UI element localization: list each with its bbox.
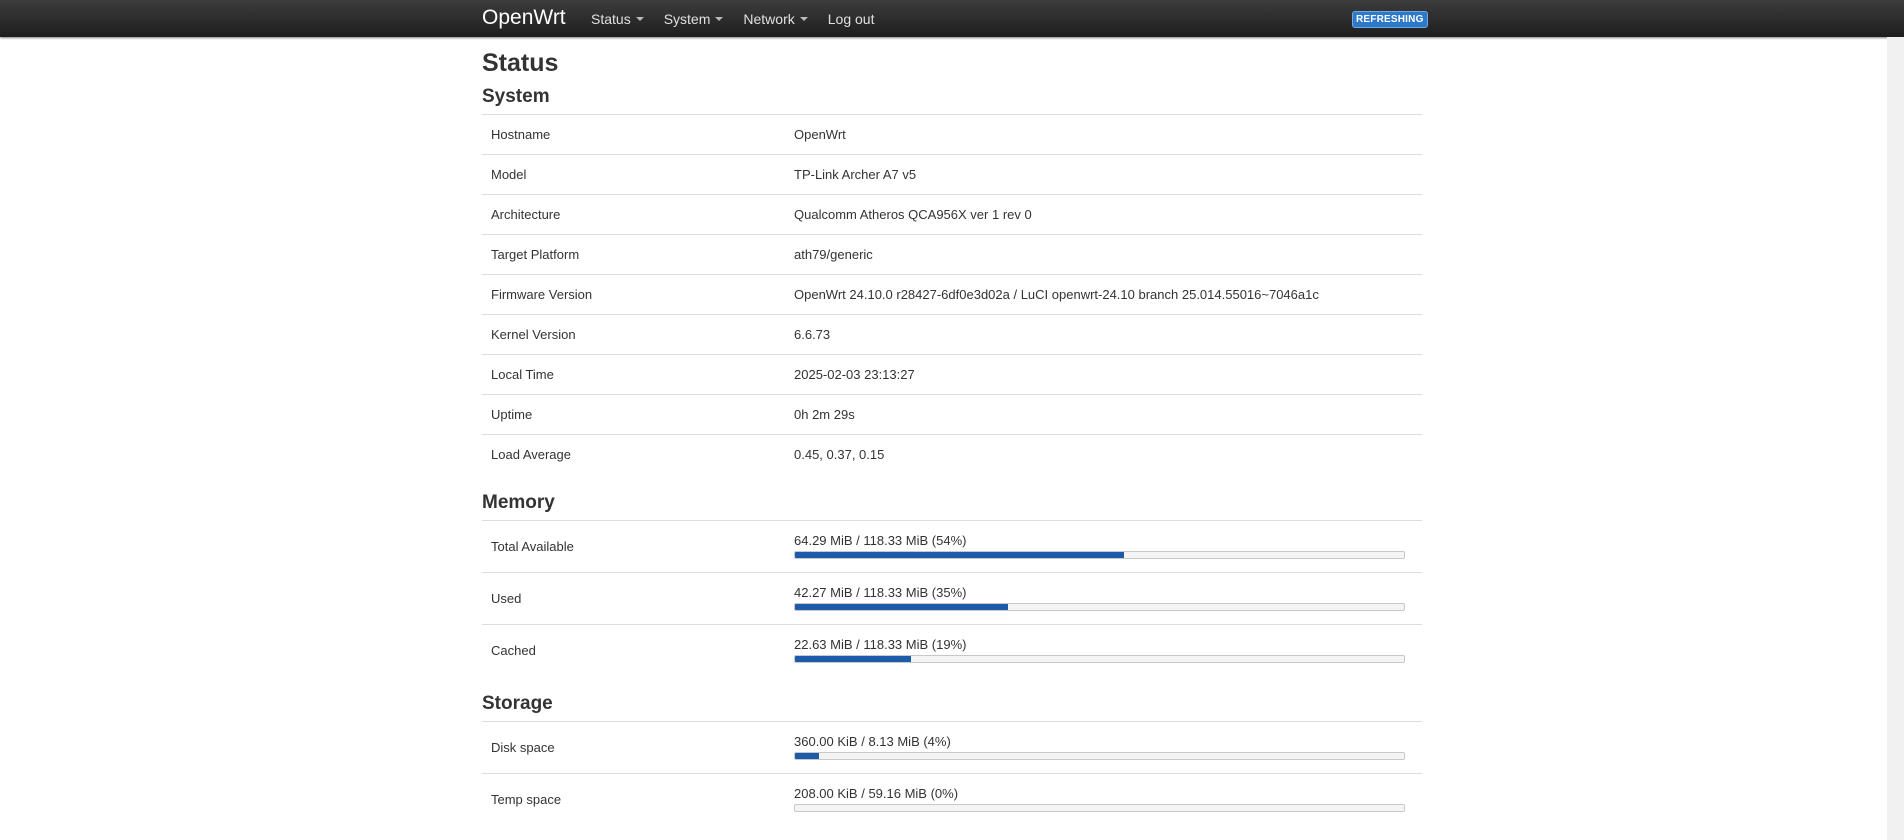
row-value: TP-Link Archer A7 v5 (793, 154, 1422, 195)
row-label: Used (482, 572, 793, 625)
menu-system[interactable]: System (664, 11, 724, 27)
menu-logout[interactable]: Log out (828, 11, 875, 27)
section-title-storage: Storage (482, 693, 553, 714)
caret-down-icon (635, 17, 644, 21)
menu-system-label: System (663, 10, 711, 27)
table-row: Kernel Version 6.6.73 (482, 314, 1422, 355)
row-label: Model (482, 154, 793, 195)
table-row: Load Average 0.45, 0.37, 0.15 (482, 434, 1422, 474)
storage-table: Disk space 360.00 KiB / 8.13 MiB (4%) Temp… (482, 721, 1422, 825)
table-row: Local Time 2025-02-03 23:13:27 (482, 354, 1422, 395)
row-value: 0h 2m 29s (793, 394, 1422, 435)
memory-table: Total Available 64.29 MiB / 118.33 MiB (5… (482, 520, 1422, 676)
row-label: Hostname (482, 114, 793, 155)
table-row: Firmware Version OpenWrt 24.10.0 r28427-6… (482, 274, 1422, 315)
progress-fill (795, 753, 820, 759)
progress-bar (794, 603, 1405, 611)
progress-bar (794, 804, 1405, 812)
main-menu: Status System Network Log out (591, 0, 894, 37)
refreshing-badge[interactable]: REFRESHING (1352, 11, 1428, 28)
menu-status-label: Status (591, 10, 631, 27)
table-row: Used 42.27 MiB / 118.33 MiB (35%) (482, 572, 1422, 625)
row-label: Local Time (482, 354, 793, 395)
caret-down-icon (715, 17, 724, 21)
row-label: Load Average (482, 434, 793, 474)
menu-logout-label: Log out (827, 10, 875, 27)
table-row: Target Platform ath79/generic (482, 234, 1422, 275)
progress-cell: 360.00 KiB / 8.13 MiB (4%) (793, 721, 1422, 774)
row-label: Firmware Version (482, 274, 793, 315)
section-title-memory: Memory (482, 492, 555, 513)
progress-cell: 42.27 MiB / 118.33 MiB (35%) (793, 572, 1422, 625)
table-row: Total Available 64.29 MiB / 118.33 MiB (5… (482, 520, 1422, 573)
page-scrollbar[interactable] (1887, 37, 1904, 840)
row-value: 6.6.73 (793, 314, 1422, 355)
row-label: Temp space (482, 773, 793, 825)
progress-text: 42.27 MiB / 118.33 MiB (35%) (794, 585, 967, 600)
table-row: Cached 22.63 MiB / 118.33 MiB (19%) (482, 624, 1422, 676)
row-label: Architecture (482, 194, 793, 235)
section-title-system: System (482, 86, 550, 107)
row-label: Uptime (482, 394, 793, 435)
row-value: OpenWrt 24.10.0 r28427-6df0e3d02a / LuCI… (793, 274, 1422, 315)
page-title: Status (482, 49, 559, 77)
progress-text: 22.63 MiB / 118.33 MiB (19%) (794, 637, 967, 652)
progress-fill (795, 656, 911, 662)
table-row: Temp space 208.00 KiB / 59.16 MiB (0%) (482, 773, 1422, 825)
row-label: Kernel Version (482, 314, 793, 355)
progress-fill (795, 552, 1124, 558)
table-row: Model TP-Link Archer A7 v5 (482, 154, 1422, 195)
row-value: 2025-02-03 23:13:27 (793, 354, 1422, 395)
row-value: OpenWrt (793, 114, 1422, 155)
progress-bar (794, 752, 1405, 760)
progress-text: 360.00 KiB / 8.13 MiB (4%) (794, 734, 951, 749)
menu-status[interactable]: Status (591, 11, 644, 27)
menu-network-label: Network (743, 10, 795, 27)
row-label: Target Platform (482, 234, 793, 275)
progress-fill (795, 604, 1009, 610)
progress-bar (794, 655, 1405, 663)
progress-text: 64.29 MiB / 118.33 MiB (54%) (794, 533, 967, 548)
progress-bar (794, 551, 1405, 559)
main-content: Status System Hostname OpenWrt Model TP-Lin… (482, 37, 1422, 825)
table-row: Uptime 0h 2m 29s (482, 394, 1422, 435)
caret-down-icon (799, 17, 808, 21)
menu-network[interactable]: Network (743, 10, 808, 27)
progress-text: 208.00 KiB / 59.16 MiB (0%) (794, 786, 959, 801)
system-table: Hostname OpenWrt Model TP-Link Archer A7 v5… (482, 114, 1422, 474)
row-value: Qualcomm Atheros QCA956X ver 1 rev 0 (793, 194, 1422, 235)
row-label: Cached (482, 624, 793, 676)
row-value: ath79/generic (793, 234, 1422, 275)
table-row: Disk space 360.00 KiB / 8.13 MiB (4%) (482, 721, 1422, 774)
row-value: 0.45, 0.37, 0.15 (793, 434, 1422, 474)
table-row: Architecture Qualcomm Atheros QCA956X ver… (482, 194, 1422, 235)
table-row: Hostname OpenWrt (482, 114, 1422, 155)
row-label: Total Available (482, 520, 793, 573)
progress-cell: 22.63 MiB / 118.33 MiB (19%) (793, 624, 1422, 676)
row-label: Disk space (482, 721, 793, 774)
brand-logo[interactable]: OpenWrt (482, 5, 566, 31)
progress-cell: 64.29 MiB / 118.33 MiB (54%) (793, 520, 1422, 573)
top-navbar: OpenWrt Status System Network Log out RE… (0, 0, 1904, 37)
progress-cell: 208.00 KiB / 59.16 MiB (0%) (793, 773, 1422, 825)
